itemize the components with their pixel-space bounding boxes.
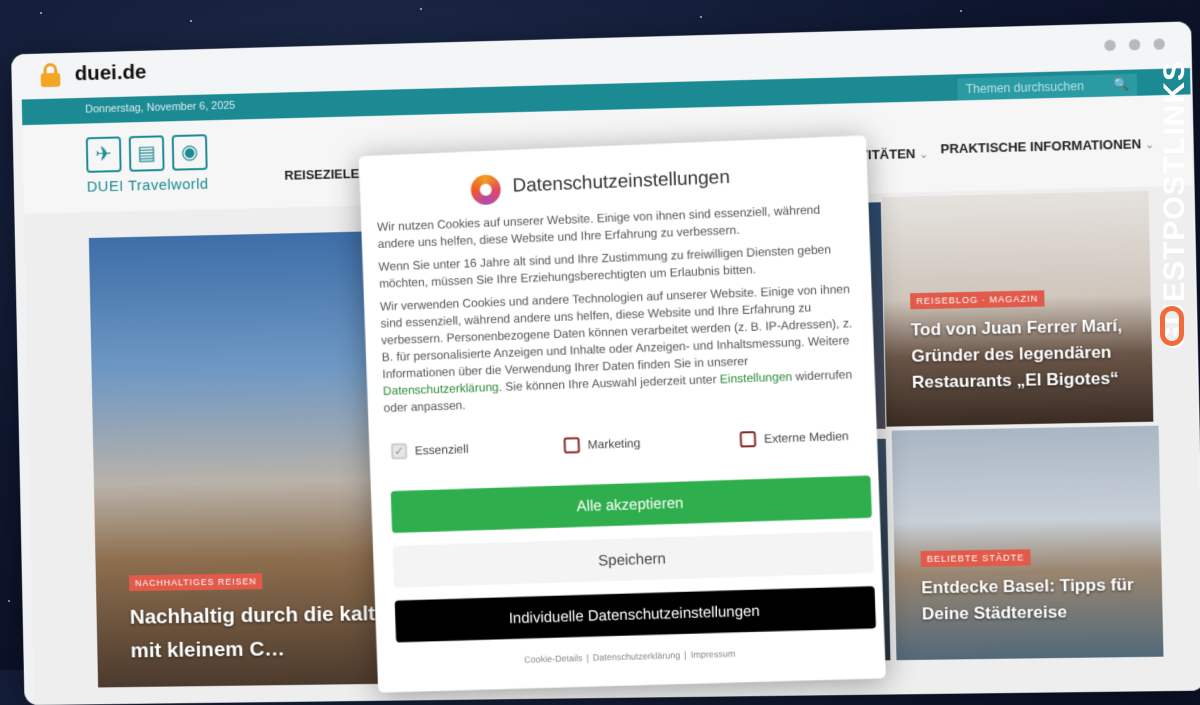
chevron-down-icon: ⌄ xyxy=(1144,138,1155,152)
nav-label: PRAKTISCHE INFORMATIONEN xyxy=(940,136,1142,157)
search-icon[interactable]: 🔍 xyxy=(1113,77,1129,92)
privacy-policy-link[interactable]: Datenschutzerklärung xyxy=(383,380,499,398)
details-text: Wir verwenden Cookies und andere Technol… xyxy=(380,281,862,417)
logo[interactable]: ✈ ▤ ◉ xyxy=(85,134,208,173)
current-date: Donnerstag, November 6, 2025 xyxy=(85,99,236,116)
star xyxy=(8,600,10,602)
window-dot-icon[interactable] xyxy=(1104,39,1116,52)
lock-icon xyxy=(40,63,61,88)
window-controls xyxy=(1104,38,1165,52)
accept-all-button[interactable]: Alle akzeptieren xyxy=(390,475,872,534)
nav-item-reiseziele[interactable]: REISEZIELE xyxy=(284,166,359,183)
save-button[interactable]: Speichern xyxy=(392,530,874,588)
category-badge[interactable]: NACHHALTIGES REISEN xyxy=(128,573,263,592)
category-badge[interactable]: REISEBLOG · MAGAZIN xyxy=(910,290,1045,310)
watermark: GUESTPOSTLINKS xyxy=(1156,60,1192,360)
imprint-link[interactable]: Impressum xyxy=(690,649,735,660)
dialog-footer: Cookie-Details | Datenschutzerklärung | Impr… xyxy=(523,648,736,665)
settings-link[interactable]: Einstellungen xyxy=(720,369,793,386)
checkbox-external-media[interactable]: Externe Medien xyxy=(739,428,849,448)
checkbox-label: Essenziell xyxy=(414,441,469,458)
article-tile[interactable]: REISEBLOG · MAGAZIN Tod von Juan Ferrer … xyxy=(881,190,1154,427)
link-icon xyxy=(1160,306,1184,346)
privacy-link[interactable]: Datenschutzerklärung xyxy=(593,650,681,663)
cookie-details-link[interactable]: Cookie-Details xyxy=(524,653,583,665)
check-icon: ✓ xyxy=(390,442,408,460)
article-title[interactable]: Tod von Juan Ferrer Marí, Gründer des le… xyxy=(911,313,1137,396)
chevron-down-icon: ⌄ xyxy=(919,148,929,162)
checkbox-box xyxy=(563,437,581,454)
details-part: Wir verwenden Cookies und andere Technol… xyxy=(379,281,853,382)
nav-label: REISEZIELE xyxy=(284,166,360,183)
website: Donnerstag, November 6, 2025 Themen durc… xyxy=(21,68,1200,705)
article-tile[interactable]: BELIEBTE STÄDTE Entdecke Basel: Tipps fü… xyxy=(891,425,1164,661)
checkbox-label: Marketing xyxy=(587,435,641,452)
star xyxy=(40,12,42,14)
window-dot-icon[interactable] xyxy=(1128,38,1141,51)
consent-logo-icon xyxy=(470,174,502,206)
nav-item-praktische-informationen[interactable]: PRAKTISCHE INFORMATIONEN ⌄ xyxy=(940,136,1155,157)
checkbox-box xyxy=(739,431,757,448)
dialog-body: Wir nutzen Cookies auf unserer Website. … xyxy=(377,200,862,423)
checkbox-marketing[interactable]: Marketing xyxy=(563,435,641,454)
search-placeholder: Themen durchsuchen xyxy=(965,78,1085,97)
stage: duei.de Donnerstag, November 6, 2025 The… xyxy=(3,0,1200,705)
url-text[interactable]: duei.de xyxy=(74,61,146,87)
individual-settings-button[interactable]: Individuelle Datenschutzeinstellungen xyxy=(394,586,877,643)
consent-categories: ✓ Essenziell Marketing Externe Medien xyxy=(387,428,857,468)
globe-icon: ◉ xyxy=(171,134,208,171)
browser-window: duei.de Donnerstag, November 6, 2025 The… xyxy=(11,21,1200,705)
window-dot-icon[interactable] xyxy=(1153,38,1165,50)
suitcase-icon: ▤ xyxy=(128,135,165,172)
logo-text: DUEI Travelworld xyxy=(86,175,209,196)
checkbox-essential[interactable]: ✓ Essenziell xyxy=(390,441,469,460)
checkbox-label: Externe Medien xyxy=(763,428,849,446)
article-title[interactable]: Entdecke Basel: Tipps für Deine Städtere… xyxy=(921,572,1146,628)
category-badge[interactable]: BELIEBTE STÄDTE xyxy=(920,549,1031,568)
airplane-icon: ✈ xyxy=(85,136,122,173)
dialog-title: Datenschutzeinstellungen xyxy=(512,166,731,197)
cookie-consent-dialog: Datenschutzeinstellungen Wir nutzen Cook… xyxy=(358,135,886,693)
